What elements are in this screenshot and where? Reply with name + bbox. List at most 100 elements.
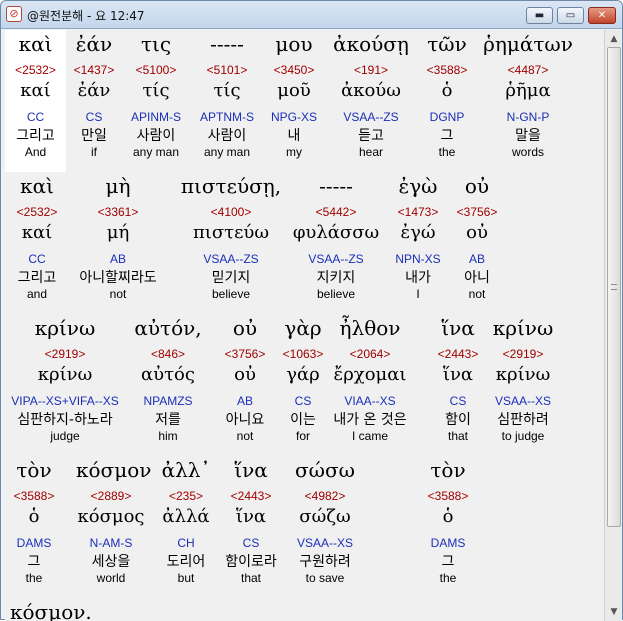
lemma-word: φυλάσσω bbox=[292, 222, 380, 243]
parse-code: VIPA--XS+VIFA--XS bbox=[11, 394, 119, 408]
interlinear-word[interactable]: ----- <5101> τίς APTNM-S 사람이 any man bbox=[192, 30, 262, 172]
english-gloss: any man bbox=[132, 145, 180, 159]
minimize-button[interactable]: ▬ bbox=[526, 7, 553, 24]
scroll-thumb[interactable] bbox=[607, 47, 621, 527]
interlinear-word[interactable]: ἦλθον <2064> ἔρχομαι VIAA--XS 내가 온 것은 I came bbox=[322, 314, 418, 456]
lemma-word: ἀκούω bbox=[341, 80, 401, 101]
english-gloss: to save bbox=[305, 571, 345, 585]
english-gloss: that bbox=[447, 429, 468, 443]
lemma-word: ἀλλά bbox=[162, 506, 210, 527]
interlinear-word[interactable]: γὰρ <1063> γάρ CS 이는 for bbox=[278, 314, 328, 456]
english-gloss: for bbox=[295, 429, 310, 443]
greek-word: ἀκούσῃ bbox=[333, 32, 409, 56]
close-button[interactable]: ✕ bbox=[588, 7, 616, 24]
app-window: ⊘ @원전분해 - 요 12:47 ▬ ▭ ✕ καὶ καί CC 그리고 And ἐά… bbox=[0, 0, 623, 621]
greek-word: ----- bbox=[210, 32, 244, 56]
interlinear-word[interactable]: κόσμον. bbox=[10, 598, 92, 621]
interlinear-word[interactable]: κόσμον <2889> κόσμος N-AM-S 세상을 world bbox=[76, 456, 151, 598]
korean-gloss: 심판하지-하노라 bbox=[17, 412, 113, 428]
strong-number: <1473> bbox=[397, 205, 439, 219]
korean-gloss: 만일 bbox=[81, 128, 107, 144]
strong-number: <2919> bbox=[44, 347, 86, 361]
parse-code: APINM-S bbox=[130, 110, 181, 124]
parse-code: CC bbox=[26, 110, 45, 124]
strong-number: <2532> bbox=[16, 205, 58, 219]
strong-number: <2889> bbox=[90, 489, 132, 503]
interlinear-word[interactable]: μου <3450> μοῦ NPG-XS 내 my bbox=[262, 30, 326, 172]
interlinear-word[interactable]: ----- <5442> φυλάσσω VSAA--ZS 지키지 believe bbox=[286, 172, 386, 314]
korean-gloss: 심판하려 bbox=[497, 412, 549, 428]
english-gloss: world bbox=[96, 571, 126, 585]
interlinear-word[interactable]: πιστεύσῃ, <4100> πιστεύω VSAA--ZS 믿기지 believe bbox=[166, 172, 296, 314]
interlinear-word[interactable]: τὸν <3588> ὁ DAMS 그 the bbox=[7, 456, 61, 598]
korean-gloss: 그 bbox=[441, 554, 455, 570]
interlinear-word[interactable]: αὐτόν, <846> αὐτός NPAMZS 저를 him bbox=[127, 314, 209, 456]
english-gloss: words bbox=[511, 145, 544, 159]
interlinear-word[interactable]: καὶ καί CC 그리고 And bbox=[5, 30, 66, 172]
parse-code: CS bbox=[294, 394, 312, 408]
lemma-word: σώζω bbox=[299, 506, 351, 527]
english-gloss: I bbox=[416, 287, 420, 301]
strong-number: <3756> bbox=[224, 347, 266, 361]
greek-word: αὐτόν, bbox=[134, 316, 202, 340]
greek-word: μου bbox=[275, 32, 313, 56]
interlinear-word[interactable]: οὐ <3756> οὐ AB 아니 not bbox=[449, 172, 505, 314]
greek-word: ἵνα bbox=[234, 458, 268, 482]
strong-number: <3588> bbox=[426, 63, 468, 77]
parse-code: NPAMZS bbox=[143, 394, 193, 408]
interlinear-word[interactable]: τις <5100> τίς APINM-S 사람이 any man bbox=[123, 30, 189, 172]
scroll-down-icon[interactable]: ▼ bbox=[606, 604, 622, 620]
strong-number: <2064> bbox=[349, 347, 391, 361]
interlinear-word[interactable]: ἵνα <2443> ἵνα CS 함이 that bbox=[433, 314, 483, 456]
strong-number: <2532> bbox=[15, 63, 56, 77]
korean-gloss: 내가 bbox=[405, 270, 431, 286]
interlinear-word[interactable]: ῥημάτων <4487> ῥῆμα N-GN-P 말을 words bbox=[480, 30, 576, 172]
parse-code: VSAA--ZS bbox=[203, 252, 259, 266]
interlinear-word[interactable]: ἵνα <2443> ἵνα CS 함이로라 that bbox=[224, 456, 278, 598]
english-gloss: not bbox=[468, 287, 486, 301]
greek-word: ῥημάτων bbox=[483, 32, 573, 56]
interlinear-word[interactable]: ἀκούσῃ <191> ἀκούω VSAA--ZS 듣고 hear bbox=[324, 30, 418, 172]
strong-number: <1063> bbox=[282, 347, 324, 361]
interlinear-word[interactable]: ἐγὼ <1473> ἐγώ NPN-XS 내가 I bbox=[388, 172, 448, 314]
parse-code: CS bbox=[242, 536, 260, 550]
korean-gloss: 구원하려 bbox=[299, 554, 351, 570]
interlinear-word[interactable]: σώσω <4982> σώζω VSAA--XS 구원하려 to save bbox=[286, 456, 364, 598]
maximize-button[interactable]: ▭ bbox=[557, 7, 584, 24]
lemma-word: αὐτός bbox=[141, 364, 195, 385]
greek-word: ἵνα bbox=[441, 316, 475, 340]
parse-code: VIAA--XS bbox=[344, 394, 396, 408]
parse-code: CS bbox=[449, 394, 467, 408]
scroll-up-icon[interactable]: ▲ bbox=[606, 31, 622, 47]
parse-code: APTNM-S bbox=[200, 110, 254, 124]
interlinear-pane[interactable]: καὶ καί CC 그리고 And ἐάν <1437> ἐάν CS 만일 if τις <5100… bbox=[5, 30, 604, 621]
interlinear-word[interactable]: οὐ <3756> οὐ AB 아니요 not bbox=[218, 314, 272, 456]
interlinear-word[interactable]: τὸν <3588> ὁ DAMS 그 the bbox=[421, 456, 475, 598]
strong-number: <5100> bbox=[135, 63, 177, 77]
interlinear-word[interactable]: κρίνω <2919> κρίνω VIPA--XS+VIFA--XS 심판하지-하노… bbox=[5, 314, 125, 456]
app-icon[interactable]: ⊘ bbox=[6, 6, 22, 22]
vertical-scrollbar[interactable]: ▲ ▼ bbox=[604, 30, 622, 621]
lemma-word: τίς bbox=[213, 80, 241, 101]
greek-word: γὰρ bbox=[284, 316, 322, 340]
lemma-word: γάρ bbox=[286, 364, 320, 385]
korean-gloss: 저를 bbox=[155, 412, 181, 428]
korean-gloss: 지키지 bbox=[316, 270, 356, 286]
greek-word: καὶ bbox=[20, 174, 54, 198]
title-bar[interactable]: ⊘ @원전분해 - 요 12:47 ▬ ▭ ✕ bbox=[1, 1, 622, 29]
korean-gloss: 말을 bbox=[515, 128, 541, 144]
parse-code: AB bbox=[236, 394, 253, 408]
greek-word: τὸν bbox=[16, 458, 52, 482]
interlinear-word[interactable]: καὶ <2532> καί CC 그리고 and bbox=[7, 172, 67, 314]
interlinear-word[interactable]: κρίνω <2919> κρίνω VSAA--XS 심판하려 to judge bbox=[488, 314, 558, 456]
interlinear-word[interactable]: τῶν <3588> ὁ DGNP 그 the bbox=[415, 30, 479, 172]
greek-word: καὶ bbox=[18, 32, 53, 56]
interlinear-word[interactable]: ἀλλ᾽ <235> ἀλλά CH 도리어 but bbox=[159, 456, 213, 598]
interlinear-word[interactable]: ἐάν <1437> ἐάν CS 만일 if bbox=[59, 30, 129, 172]
strong-number: <5101> bbox=[206, 63, 248, 77]
english-gloss: my bbox=[286, 145, 302, 159]
interlinear-word[interactable]: μὴ <3361> μή AB 아니할찌라도 not bbox=[70, 172, 166, 314]
english-gloss: judge bbox=[50, 429, 80, 443]
parse-code: CC bbox=[28, 252, 46, 266]
greek-word: κρίνω bbox=[34, 316, 96, 340]
